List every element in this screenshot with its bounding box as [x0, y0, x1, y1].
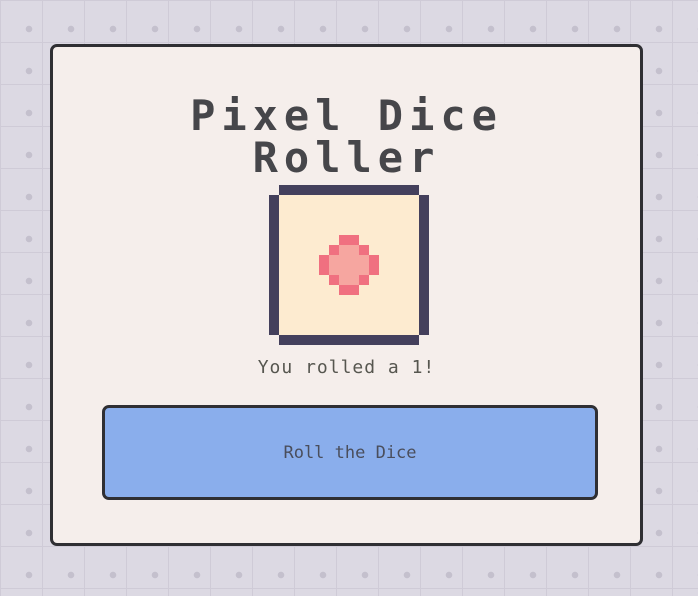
dice-roller-card: Pixel Dice Roller You rolled a 1! Roll t…	[50, 44, 643, 546]
die-frame-right	[419, 195, 429, 335]
die-frame-top	[279, 185, 419, 195]
roll-result-text: You rolled a 1!	[257, 357, 436, 378]
die-face	[269, 185, 429, 345]
page-title: Pixel Dice Roller	[53, 95, 640, 179]
roll-dice-button[interactable]: Roll the Dice	[102, 405, 598, 500]
die-frame-left	[269, 195, 279, 335]
die-frame-bottom	[279, 335, 419, 345]
title-line-1: Pixel Dice	[190, 91, 503, 140]
title-line-2: Roller	[252, 133, 441, 182]
die-face-graphic	[269, 185, 429, 345]
